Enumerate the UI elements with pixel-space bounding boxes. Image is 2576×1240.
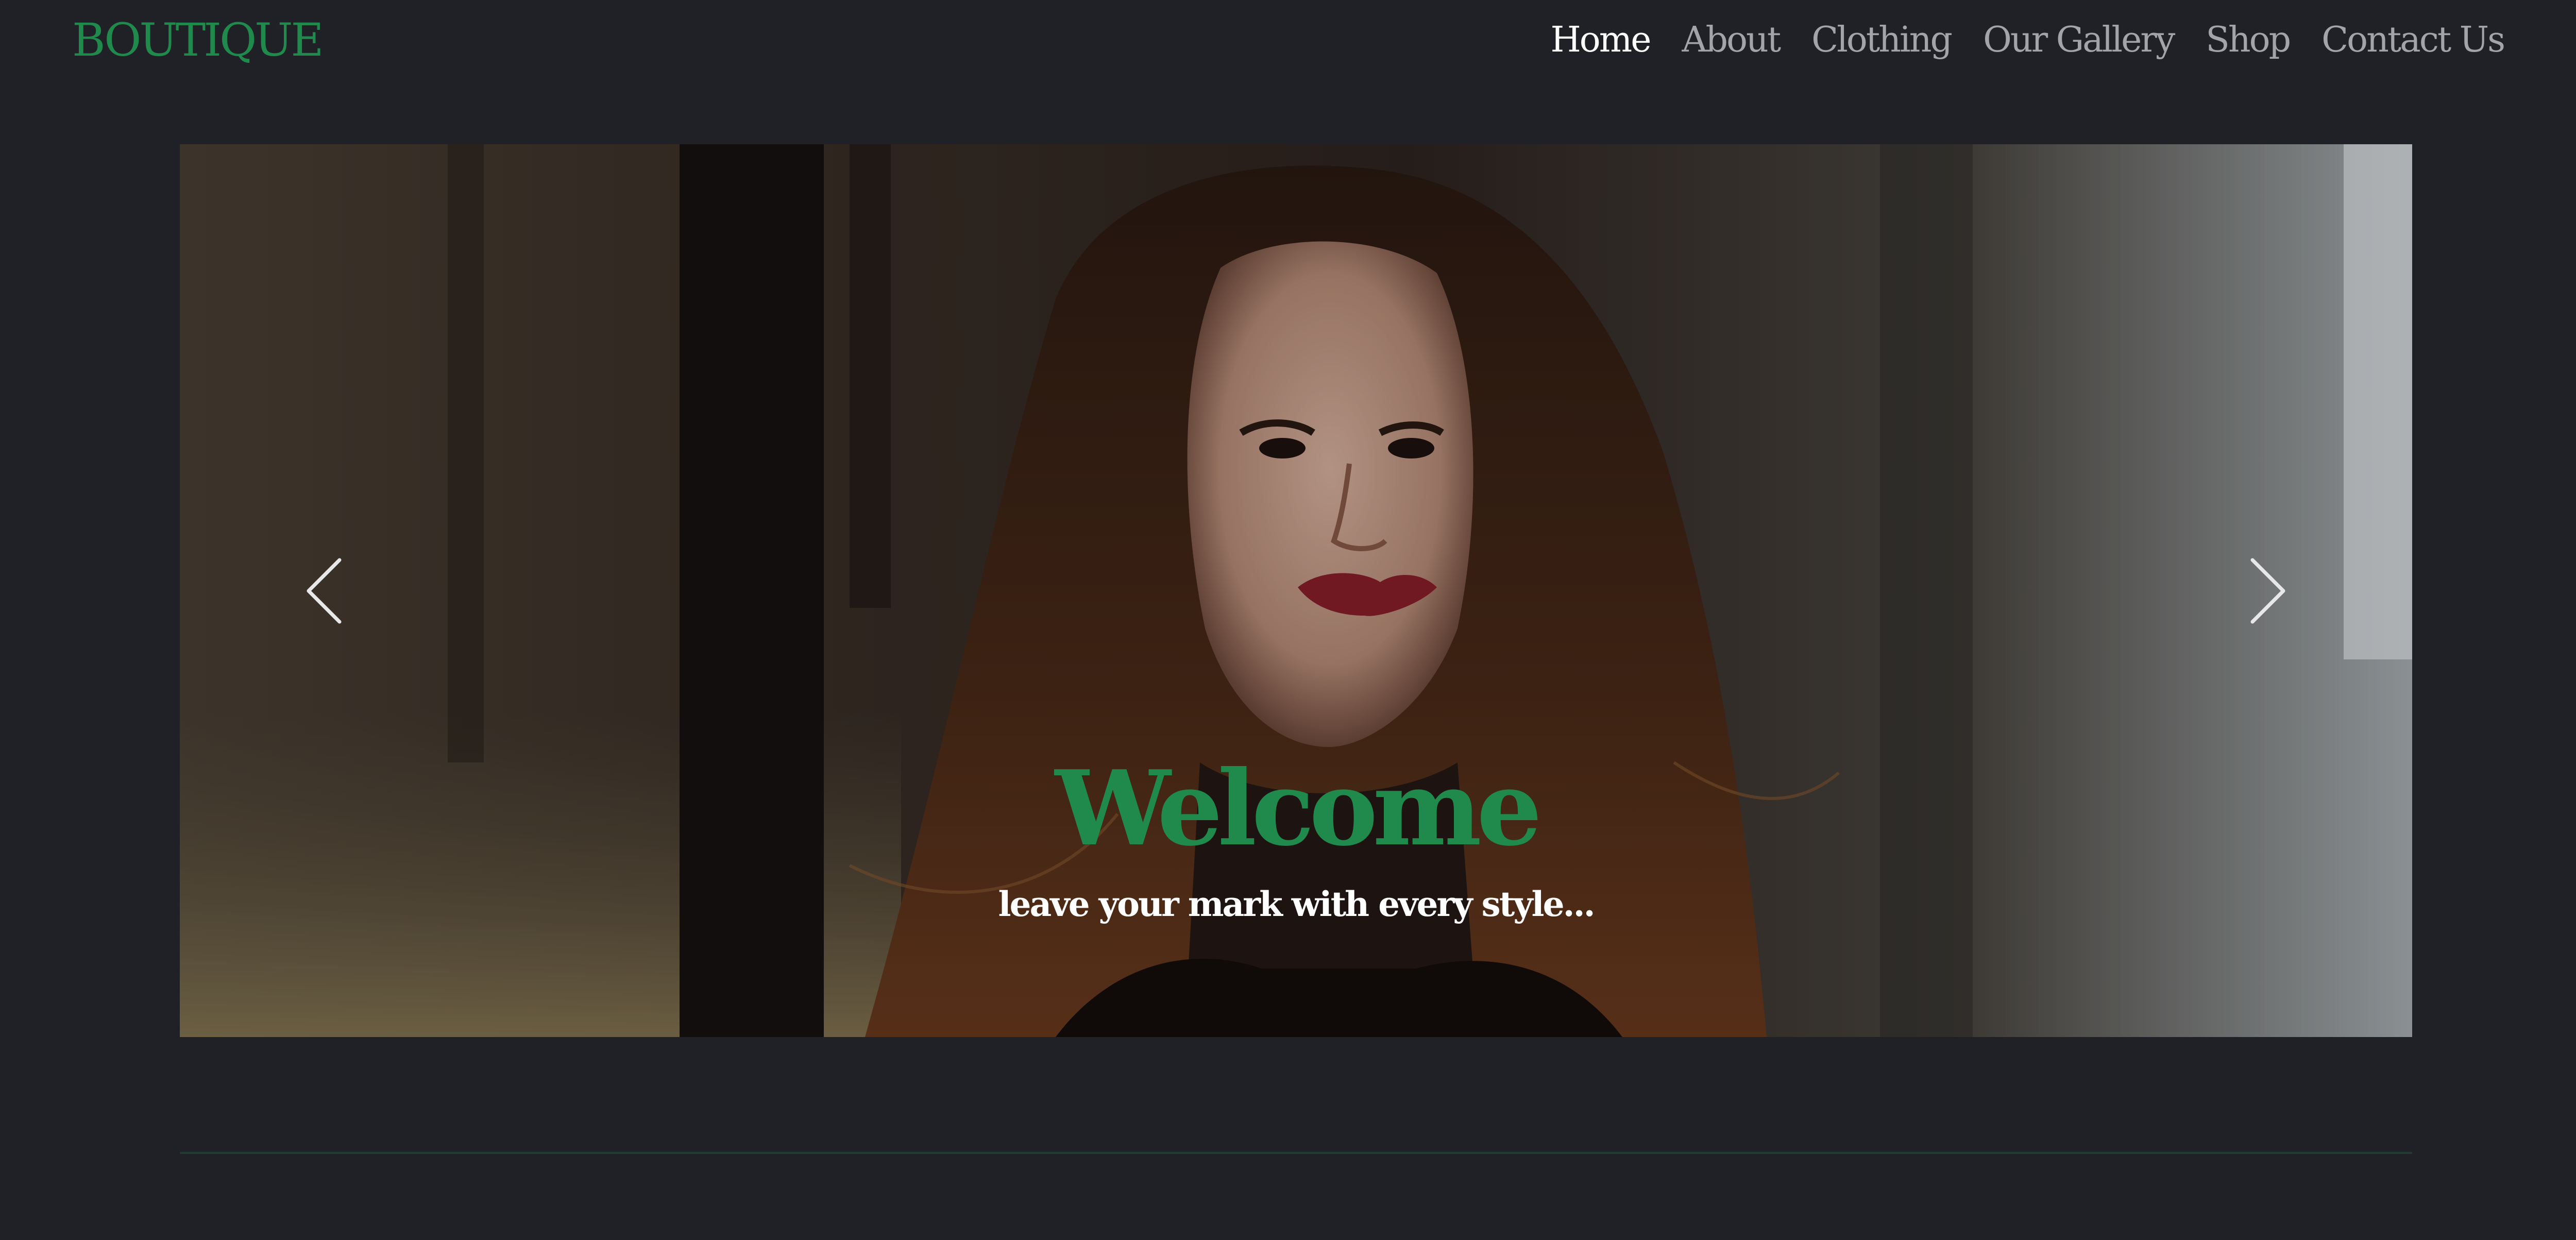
nav-link-our-gallery[interactable]: Our Gallery	[1983, 14, 2175, 66]
nav-link-home[interactable]: Home	[1550, 14, 1651, 66]
nav-link-about[interactable]: About	[1682, 14, 1781, 66]
nav-link-clothing[interactable]: Clothing	[1811, 14, 1953, 66]
carousel-caption: Welcome leave your mark with every style…	[180, 747, 2412, 927]
section-divider	[180, 1152, 2412, 1154]
main-nav: Home About Clothing Our Gallery Shop Con…	[1550, 14, 2505, 66]
navbar: BOUTIQUE Home About Clothing Our Gallery…	[0, 0, 2576, 88]
caption-title: Welcome	[1055, 748, 1543, 869]
caption-text: leave your mark with every style...	[998, 884, 1595, 924]
chevron-left-icon	[307, 558, 342, 623]
nav-link-contact-us[interactable]: Contact Us	[2321, 14, 2505, 66]
hero-carousel: Welcome leave your mark with every style…	[180, 144, 2412, 1037]
brand-logo[interactable]: BOUTIQUE	[72, 14, 324, 66]
chevron-right-icon	[2250, 558, 2285, 623]
nav-link-shop[interactable]: Shop	[2206, 14, 2291, 66]
